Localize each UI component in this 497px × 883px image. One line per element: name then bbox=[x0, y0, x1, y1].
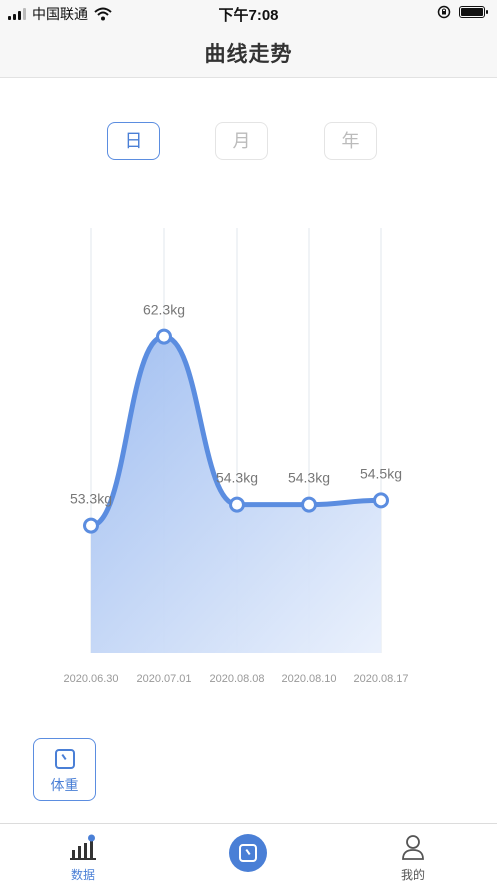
chart-area bbox=[91, 336, 381, 653]
tab-day[interactable]: 日 bbox=[107, 122, 160, 160]
weight-trend-chart: 53.3kg 62.3kg 54.3kg 54.3kg 54.5kg 2020.06.3… bbox=[63, 228, 409, 685]
x-tick-label: 2020.08.08 bbox=[209, 673, 264, 685]
data-label: 54.3kg bbox=[216, 470, 258, 486]
scale-icon bbox=[239, 844, 257, 862]
data-label: 62.3kg bbox=[143, 302, 185, 318]
weight-metric-button[interactable]: 体重 bbox=[33, 738, 96, 801]
data-point[interactable] bbox=[373, 492, 389, 509]
data-label: 53.3kg bbox=[70, 491, 112, 507]
x-tick-label: 2020.08.10 bbox=[281, 673, 336, 685]
x-tick-label: 2020.07.01 bbox=[136, 673, 191, 685]
data-point[interactable] bbox=[229, 496, 245, 513]
status-time: 下午7:08 bbox=[218, 7, 279, 24]
nav-data[interactable]: 数据 bbox=[33, 824, 133, 883]
tab-month[interactable]: 月 bbox=[215, 122, 268, 160]
battery-icon bbox=[459, 6, 488, 18]
nav-center-scale-button[interactable] bbox=[229, 834, 267, 872]
weight-metric-label: 体重 bbox=[50, 777, 79, 793]
bar-chart-icon bbox=[70, 834, 96, 860]
tab-year[interactable]: 年 bbox=[324, 122, 377, 160]
data-label: 54.5kg bbox=[360, 465, 402, 481]
data-point[interactable] bbox=[83, 517, 99, 534]
user-icon bbox=[402, 835, 424, 860]
nav-mine-label: 我的 bbox=[400, 868, 425, 882]
nav-data-label: 数据 bbox=[70, 868, 95, 882]
x-tick-label: 2020.06.30 bbox=[63, 673, 118, 685]
orientation-lock-icon bbox=[437, 5, 451, 19]
nav-bar: 曲线走势 bbox=[0, 26, 497, 78]
data-label: 54.3kg bbox=[288, 470, 330, 486]
scale-icon bbox=[55, 749, 75, 769]
nav-mine[interactable]: 我的 bbox=[363, 824, 463, 883]
data-point[interactable] bbox=[301, 496, 317, 513]
status-right bbox=[437, 5, 488, 19]
data-point[interactable] bbox=[156, 328, 172, 345]
x-tick-label: 2020.08.17 bbox=[353, 673, 408, 685]
page-title: 曲线走势 bbox=[204, 43, 293, 66]
status-bar: 中国联通 下午7:08 bbox=[0, 0, 497, 26]
